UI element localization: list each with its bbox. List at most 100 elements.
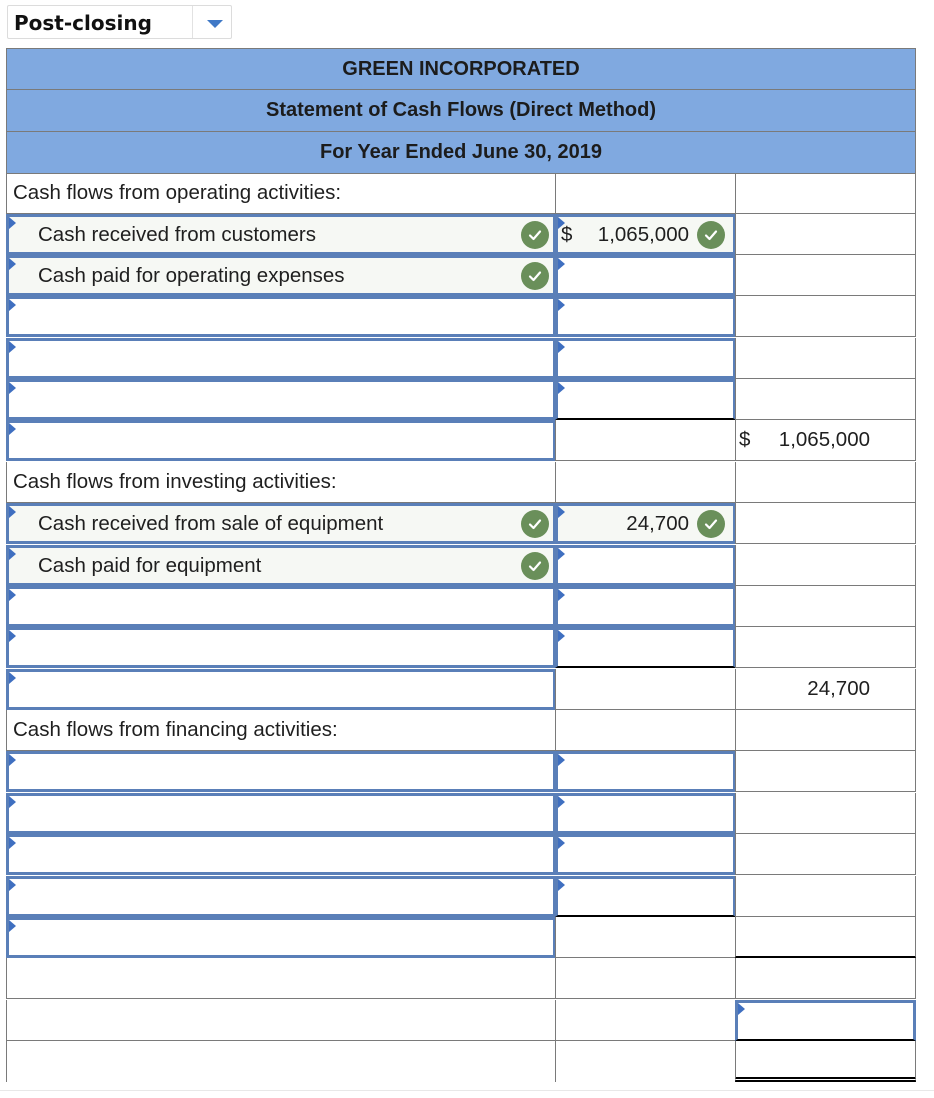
investing-line-2-label-input[interactable]: Cash paid for equipment (6, 545, 556, 587)
net-change-amount-input[interactable] (735, 1000, 916, 1042)
dropdown-divider (192, 6, 193, 38)
dropdown-flag-icon (9, 299, 16, 311)
operating-line-1-amount-input[interactable]: $ 1,065,000 (555, 214, 736, 256)
investing-line-3-label-input[interactable] (6, 586, 556, 628)
currency-symbol: $ (739, 428, 751, 452)
investing-total-value: 24,700 (807, 677, 870, 701)
operating-line-1-label-input[interactable]: Cash received from customers (6, 214, 556, 256)
ending-balance-cell (735, 1041, 916, 1083)
table-row (6, 793, 916, 835)
operating-total-value: 1,065,000 (778, 428, 870, 452)
investing-line-3-amount-input[interactable] (555, 586, 736, 628)
line-label: Cash paid for operating expenses (38, 263, 345, 287)
company-name: GREEN INCORPORATED (6, 48, 916, 91)
statement-period: For Year Ended June 30, 2019 (6, 131, 916, 174)
check-icon (697, 220, 725, 249)
table-row (6, 751, 916, 793)
financing-line-2-amount-input[interactable] (555, 793, 736, 835)
table-row: Cash received from sale of equipment 24,… (6, 503, 916, 545)
dropdown-flag-icon (9, 382, 16, 394)
operating-total-row: $ 1,065,000 (6, 420, 916, 462)
check-icon (521, 551, 549, 580)
financing-total-label-input[interactable] (6, 917, 556, 959)
financing-line-4-amount-input[interactable] (555, 876, 736, 918)
financing-line-4-label-input[interactable] (6, 876, 556, 918)
dropdown-flag-icon (9, 879, 16, 891)
operating-line-5-label-input[interactable] (6, 379, 556, 421)
dropdown-flag-icon (9, 423, 16, 435)
line-label: Cash received from customers (38, 222, 316, 246)
dropdown-flag-icon (558, 548, 565, 560)
dropdown-flag-icon (9, 754, 16, 766)
operating-line-5-amount-input[interactable] (555, 379, 736, 421)
dropdown-flag-icon (558, 837, 565, 849)
dropdown-flag-icon (558, 630, 565, 642)
dropdown-flag-icon (9, 341, 16, 353)
check-icon (697, 509, 725, 538)
table-row (6, 876, 916, 918)
operating-section-header: Cash flows from operating activities: (6, 173, 916, 215)
operating-line-3-label-input[interactable] (6, 296, 556, 338)
table-row (6, 296, 916, 338)
operating-line-3-amount-input[interactable] (555, 296, 736, 338)
investing-line-4-label-input[interactable] (6, 627, 556, 669)
dropdown-flag-icon (9, 548, 16, 560)
page-divider (0, 1090, 934, 1091)
financing-line-3-amount-input[interactable] (555, 834, 736, 876)
check-icon (521, 509, 549, 538)
dropdown-flag-icon (9, 796, 16, 808)
dropdown-flag-icon (9, 217, 16, 229)
table-row (6, 627, 916, 669)
investing-line-1-amount-input[interactable]: 24,700 (555, 503, 736, 545)
table-row: Cash paid for equipment (6, 545, 916, 587)
table-row: Cash received from customers $ 1,065,000 (6, 214, 916, 256)
table-row: Cash paid for operating expenses (6, 255, 916, 297)
dropdown-flag-icon (558, 341, 565, 353)
check-icon (521, 220, 549, 249)
financing-section-header: Cash flows from financing activities: (6, 710, 916, 752)
ending-balance-row (6, 1041, 916, 1083)
operating-line-4-label-input[interactable] (6, 338, 556, 380)
investing-total-label-input[interactable] (6, 669, 556, 711)
dropdown-flag-icon (9, 506, 16, 518)
table-row (6, 338, 916, 380)
investing-line-1-label-input[interactable]: Cash received from sale of equipment (6, 503, 556, 545)
table-row (6, 958, 916, 1000)
dropdown-flag-icon (558, 506, 565, 518)
investing-line-4-amount-input[interactable] (555, 627, 736, 669)
dropdown-flag-icon (738, 1003, 745, 1015)
dropdown-flag-icon (9, 258, 16, 270)
line-label: Cash received from sale of equipment (38, 511, 384, 535)
table-row (6, 379, 916, 421)
financing-line-2-label-input[interactable] (6, 793, 556, 835)
financing-line-1-amount-input[interactable] (555, 751, 736, 793)
section-title: Cash flows from operating activities: (13, 181, 342, 205)
dropdown-flag-icon (9, 672, 16, 684)
investing-line-2-amount-input[interactable] (555, 545, 736, 587)
section-title: Cash flows from investing activities: (13, 470, 337, 494)
statement-type-dropdown[interactable]: Post-closing (7, 5, 232, 39)
net-change-row (6, 1000, 916, 1042)
dropdown-flag-icon (558, 589, 565, 601)
currency-symbol: $ (561, 222, 573, 246)
line-label: Cash paid for equipment (38, 553, 262, 577)
financing-line-3-label-input[interactable] (6, 834, 556, 876)
investing-section-header: Cash flows from investing activities: (6, 462, 916, 504)
dropdown-selected-value: Post-closing (14, 11, 152, 35)
financing-total-row (6, 917, 916, 959)
dropdown-flag-icon (558, 879, 565, 891)
operating-line-2-label-input[interactable]: Cash paid for operating expenses (6, 255, 556, 297)
dropdown-flag-icon (9, 837, 16, 849)
table-row (6, 834, 916, 876)
operating-line-4-amount-input[interactable] (555, 338, 736, 380)
table-row (6, 586, 916, 628)
financing-line-1-label-input[interactable] (6, 751, 556, 793)
dropdown-flag-icon (558, 382, 565, 394)
section-title: Cash flows from financing activities: (13, 718, 338, 742)
operating-line-2-amount-input[interactable] (555, 255, 736, 297)
investing-total-row: 24,700 (6, 669, 916, 711)
chevron-down-icon[interactable] (207, 20, 223, 28)
operating-total-label-input[interactable] (6, 420, 556, 462)
check-icon (521, 261, 549, 290)
dropdown-flag-icon (9, 920, 16, 932)
